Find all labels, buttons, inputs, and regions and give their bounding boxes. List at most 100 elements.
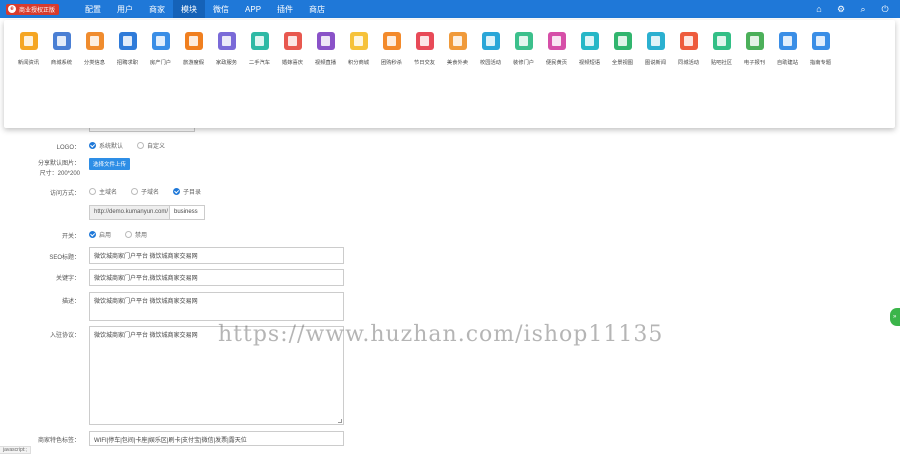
nav-item[interactable]: APP: [237, 0, 269, 18]
module-label: 同城活动: [677, 60, 700, 66]
keywords-label: 关键字：: [55, 276, 80, 282]
module-icon: [547, 32, 566, 50]
agreement-label: 入驻协议：: [49, 333, 80, 339]
radio-option[interactable]: 主域名: [89, 187, 117, 196]
module-icon: [514, 32, 533, 50]
radio-dot-icon: [125, 231, 133, 238]
module-item[interactable]: 积分商城: [342, 32, 375, 82]
url-prefix: http://demo.kumanyun.com/: [89, 205, 170, 220]
radio-option[interactable]: 系统默认: [89, 141, 123, 150]
module-label: 房产门户: [149, 60, 172, 66]
keywords-input[interactable]: 微饮城商家门户平台,微饮城商家交易网: [89, 269, 344, 286]
radio-dot-icon: [173, 188, 181, 195]
module-label: 分类信息: [83, 60, 106, 66]
module-item[interactable]: 新闻资讯: [12, 32, 45, 82]
module-icon: [712, 32, 731, 50]
module-icon: [580, 32, 599, 50]
dir-input[interactable]: business: [169, 205, 205, 220]
module-item[interactable]: 图说新闻: [639, 32, 672, 82]
nav-item[interactable]: 微信: [205, 0, 237, 18]
radio-option[interactable]: 自定义: [137, 141, 165, 150]
nav-item[interactable]: 商店: [301, 0, 333, 18]
power-icon[interactable]: ⏻: [880, 4, 890, 15]
access-options: 主域名 子域名 子目录: [89, 187, 215, 196]
radio-label: 系统默认: [99, 144, 124, 150]
switch-options: 启用 禁用: [89, 230, 161, 239]
home-icon[interactable]: ⌂: [814, 4, 824, 15]
module-item[interactable]: 视频短语: [573, 32, 606, 82]
radio-dot-icon: [89, 188, 96, 195]
module-item[interactable]: 婚嫁喜庆: [276, 32, 309, 82]
nav-item[interactable]: 商家: [141, 0, 173, 18]
nav-item[interactable]: 用户: [109, 0, 141, 18]
tags-input[interactable]: WIFI|停车|包间|卡座|娱乐区|刷卡|支付宝|微信|发票|露天位: [89, 431, 344, 446]
module-icon: [481, 32, 500, 50]
resize-handle[interactable]: [338, 419, 342, 423]
module-item[interactable]: 美食外卖: [441, 32, 474, 82]
module-item[interactable]: 装修门户: [507, 32, 540, 82]
share-image-row: 选择文件上传: [89, 158, 131, 170]
module-item[interactable]: 商城系统: [45, 32, 78, 82]
radio-option[interactable]: 子域名: [131, 187, 159, 196]
module-icon: [811, 32, 830, 50]
radio-label: 子域名: [141, 190, 160, 196]
module-label: 美食外卖: [446, 60, 469, 66]
upload-button[interactable]: 选择文件上传: [89, 158, 131, 170]
module-icon: [349, 32, 368, 50]
module-icon: [316, 32, 335, 50]
module-item[interactable]: 招聘求职: [111, 32, 144, 82]
nav-item[interactable]: 模块: [173, 0, 206, 18]
radio-label: 自定义: [147, 144, 166, 150]
module-icon: [448, 32, 467, 50]
switch-label: 开关：: [61, 234, 80, 240]
module-grid: 新闻资讯 商城系统 分类信息 招聘求职 房产门户 旅游度假 家政服务 二手汽车 婚嫁喜庆 视频直播…: [4, 20, 895, 82]
module-icon: [217, 32, 236, 50]
module-label: 全景视图: [611, 60, 634, 66]
radio-option[interactable]: 子目录: [173, 187, 201, 196]
top-navbar: e 商业授权正版 配置 用户 商家 模块 微信 APP 插件 商店 ⌂ ⚙ ⌕ ⏻: [0, 0, 900, 18]
module-icon: [382, 32, 401, 50]
module-icon: [184, 32, 203, 50]
radio-option[interactable]: 禁用: [125, 230, 147, 239]
module-item[interactable]: 分类信息: [78, 32, 111, 82]
status-bar: javascript:;: [0, 446, 31, 454]
gear-icon[interactable]: ⚙: [836, 4, 846, 15]
module-item[interactable]: 贴吧社区: [705, 32, 738, 82]
radio-option[interactable]: 启用: [89, 230, 111, 239]
module-icon: [250, 32, 269, 50]
module-item[interactable]: 同城活动: [672, 32, 705, 82]
module-label: 贴吧社区: [710, 60, 733, 66]
radio-dot-icon: [89, 142, 96, 149]
module-label: 图说新闻: [644, 60, 667, 66]
module-item[interactable]: 指南专题: [804, 32, 837, 82]
top-actions: ⌂ ⚙ ⌕ ⏻: [814, 4, 890, 15]
module-item[interactable]: 视频直播: [309, 32, 342, 82]
brand-logo[interactable]: e 商业授权正版: [6, 3, 60, 15]
seo-title-input[interactable]: 微饮城商家门户平台 微饮城商家交易网: [89, 247, 344, 264]
module-item[interactable]: 便民黄页: [540, 32, 573, 82]
radio-label: 启用: [99, 233, 112, 239]
module-label: 视频短语: [578, 60, 601, 66]
module-item[interactable]: 旅游度假: [177, 32, 210, 82]
logo-label: LOGO：: [56, 145, 80, 151]
module-item[interactable]: 自助建站: [771, 32, 804, 82]
module-item[interactable]: 二手汽车: [243, 32, 276, 82]
modules-dropdown: 新闻资讯 商城系统 分类信息 招聘求职 房产门户 旅游度假 家政服务 二手汽车 婚嫁喜庆 视频直播…: [4, 20, 895, 128]
module-item[interactable]: 电子报刊: [738, 32, 771, 82]
module-item[interactable]: 校园活动: [474, 32, 507, 82]
module-item[interactable]: 家政服务: [210, 32, 243, 82]
radio-label: 主域名: [99, 190, 118, 196]
side-expand-tab[interactable]: »: [890, 308, 900, 326]
description-textarea[interactable]: 微饮城商家门户平台 微饮城商家交易网: [89, 292, 344, 321]
module-item[interactable]: 全景视图: [606, 32, 639, 82]
tags-label: 商家特色标签：: [37, 438, 80, 444]
nav-item[interactable]: 插件: [269, 0, 301, 18]
module-item[interactable]: 房产门户: [144, 32, 177, 82]
nav-item[interactable]: 配置: [77, 0, 109, 18]
module-item[interactable]: 节日交友: [408, 32, 441, 82]
module-item[interactable]: 团购秒杀: [375, 32, 408, 82]
logo-options: 系统默认 自定义: [89, 141, 179, 150]
radio-label: 禁用: [135, 233, 148, 239]
module-icon: [283, 32, 302, 50]
search-icon[interactable]: ⌕: [858, 4, 868, 15]
